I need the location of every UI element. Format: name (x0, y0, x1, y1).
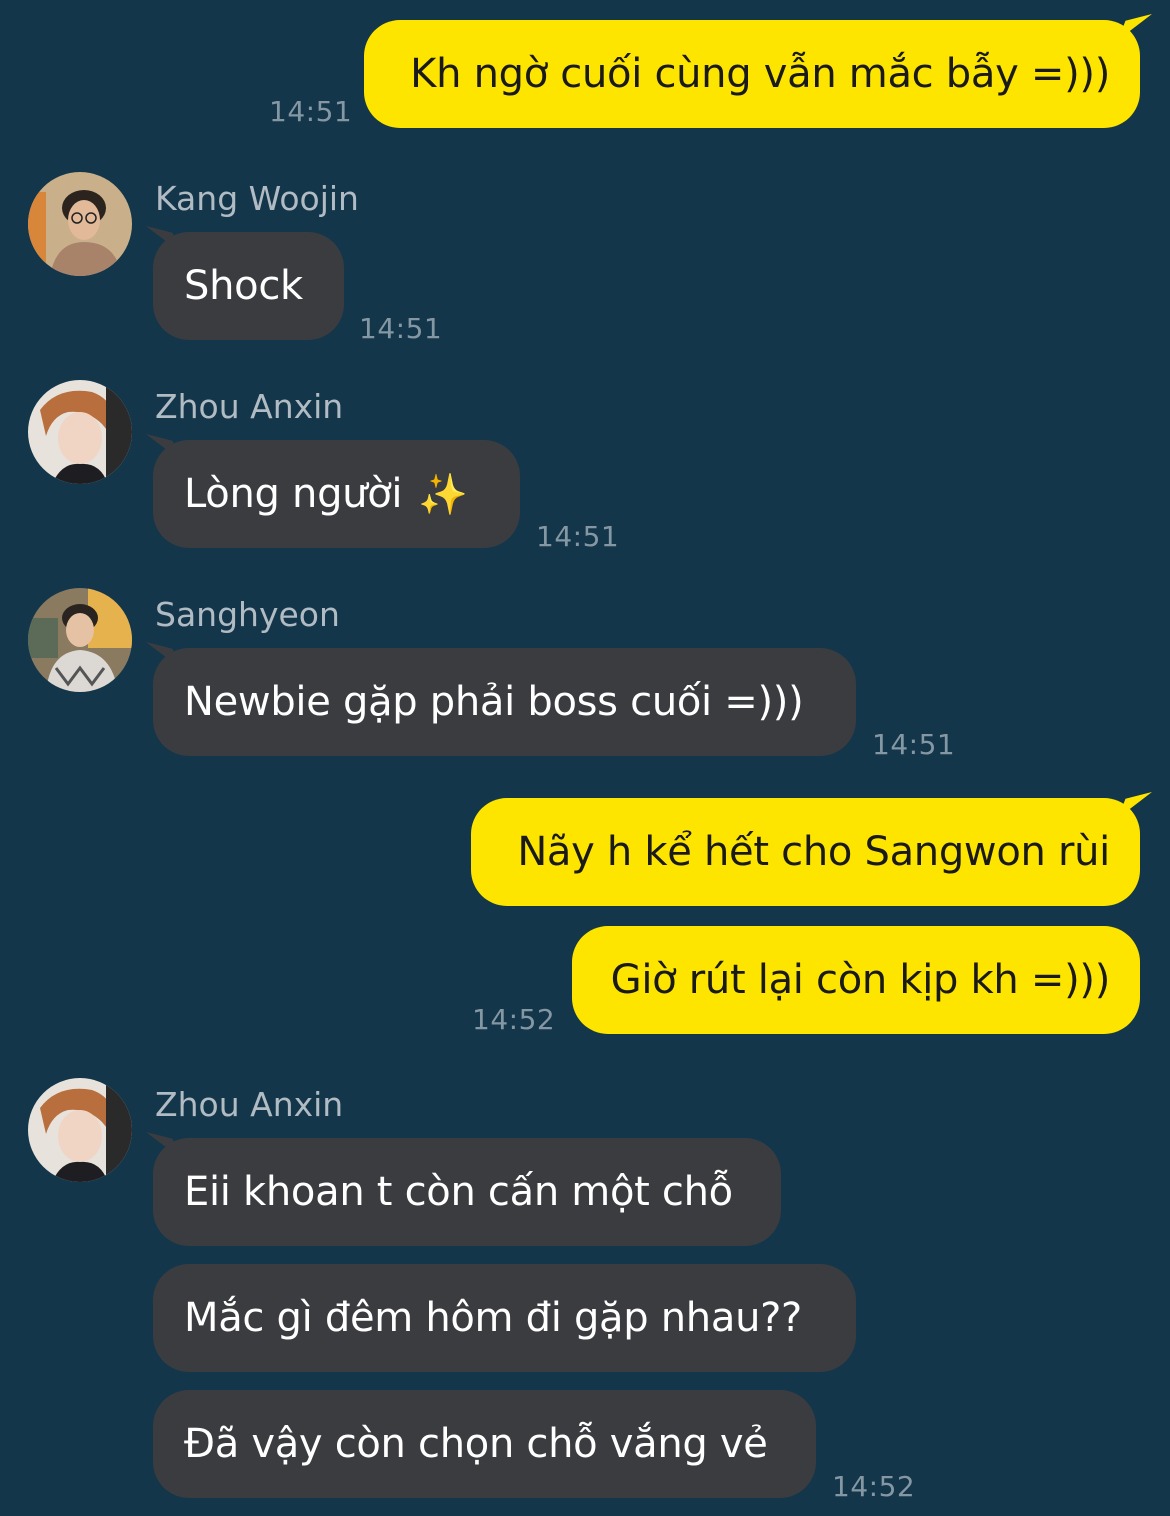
avatar-zhou-anxin[interactable] (28, 380, 132, 484)
message-timestamp: 14:51 (359, 312, 443, 345)
message-text: Eii khoan t còn cấn một chỗ (184, 1169, 733, 1215)
outgoing-message-bubble[interactable]: Giờ rút lại còn kịp kh =))) (572, 926, 1140, 1034)
message-text: Đã vậy còn chọn chỗ vắng vẻ (184, 1421, 768, 1467)
message-timestamp: 14:52 (472, 1003, 556, 1036)
message-text: Lòng người (184, 471, 403, 517)
sender-name: Zhou Anxin (155, 387, 344, 426)
incoming-message-bubble[interactable]: Eii khoan t còn cấn một chỗ (153, 1138, 781, 1246)
outgoing-message-bubble[interactable]: Nãy h kể hết cho Sangwon rùi (471, 798, 1140, 906)
sparkles-icon: ✨ (418, 471, 468, 518)
avatar-sanghyeon[interactable] (28, 588, 132, 692)
message-text: Newbie gặp phải boss cuối =))) (184, 679, 804, 725)
message-text: Giờ rút lại còn kịp kh =))) (610, 957, 1111, 1003)
message-text: Kh ngờ cuối cùng vẫn mắc bẫy =))) (410, 51, 1110, 97)
incoming-message-bubble[interactable]: Lòng người ✨ (153, 440, 520, 548)
avatar-zhou-anxin[interactable] (28, 1078, 132, 1182)
message-text: Mắc gì đêm hôm đi gặp nhau?? (184, 1295, 802, 1341)
message-text: Nãy h kể hết cho Sangwon rùi (517, 829, 1110, 875)
message-timestamp: 14:52 (832, 1470, 916, 1503)
sender-name: Zhou Anxin (155, 1085, 344, 1124)
incoming-message-bubble[interactable]: Newbie gặp phải boss cuối =))) (153, 648, 856, 756)
incoming-message-bubble[interactable]: Shock (153, 232, 344, 340)
outgoing-message-bubble[interactable]: Kh ngờ cuối cùng vẫn mắc bẫy =))) (364, 20, 1140, 128)
avatar-kang-woojin[interactable] (28, 172, 132, 276)
message-timestamp: 14:51 (872, 728, 956, 761)
incoming-message-bubble[interactable]: Đã vậy còn chọn chỗ vắng vẻ (153, 1390, 816, 1498)
message-timestamp: 14:51 (536, 520, 620, 553)
sender-name: Sanghyeon (155, 595, 340, 634)
incoming-message-bubble[interactable]: Mắc gì đêm hôm đi gặp nhau?? (153, 1264, 856, 1372)
message-timestamp: 14:51 (269, 95, 353, 128)
sender-name: Kang Woojin (155, 179, 359, 218)
message-text: Shock (184, 263, 303, 309)
